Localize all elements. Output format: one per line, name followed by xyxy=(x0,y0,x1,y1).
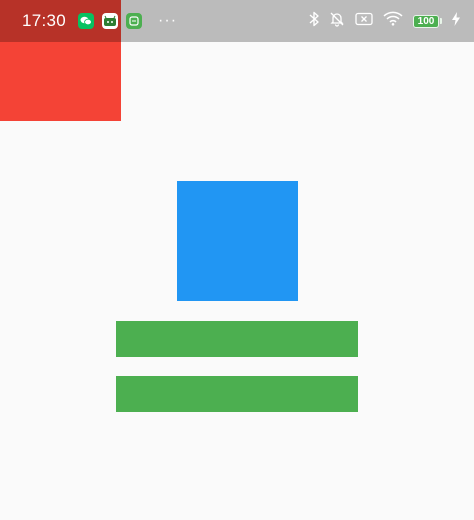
bluetooth-icon xyxy=(309,11,319,32)
blue-square xyxy=(177,181,298,301)
battery-tip xyxy=(440,18,442,24)
status-time: 17:30 xyxy=(22,11,67,30)
battery-indicator: 100 xyxy=(413,14,442,28)
screen: 17:30 ··· 100 xyxy=(0,0,474,520)
mute-bell-icon xyxy=(329,11,345,32)
green-bar-top xyxy=(116,321,358,357)
battery-level: 100 xyxy=(413,14,439,28)
android-app-icon xyxy=(102,13,119,29)
sim-none-icon xyxy=(355,12,373,31)
status-left: 17:30 ··· xyxy=(22,11,177,31)
charging-icon xyxy=(452,11,460,31)
status-bar: 17:30 ··· 100 xyxy=(0,0,474,42)
green-app-icon xyxy=(126,13,143,29)
status-right: 100 xyxy=(309,11,460,32)
wechat-icon xyxy=(78,13,95,29)
more-notifications-icon: ··· xyxy=(158,12,178,29)
green-bar-bottom xyxy=(116,376,358,412)
wifi-icon xyxy=(383,11,403,31)
